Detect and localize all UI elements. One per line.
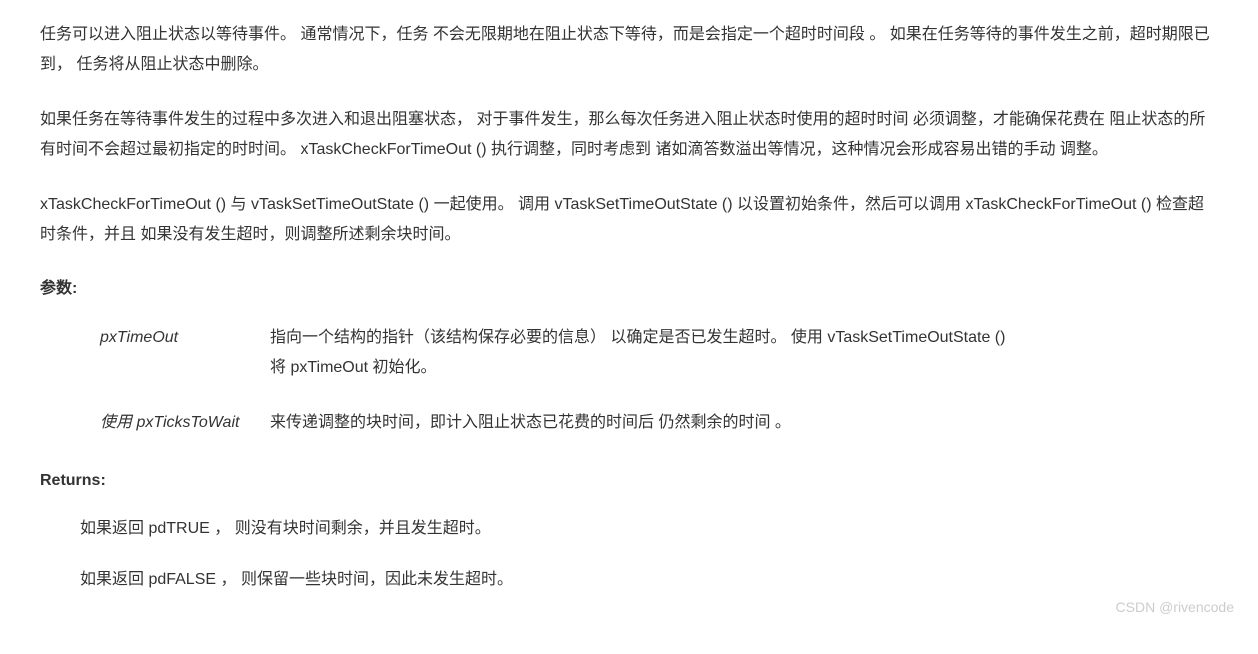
param-desc: 指向一个结构的指针（该结构保存必要的信息） 以确定是否已发生超时。 使用 vTa… [270, 323, 1010, 384]
param-name: 使用 pxTicksToWait [100, 408, 270, 438]
param-row: pxTimeOut 指向一个结构的指针（该结构保存必要的信息） 以确定是否已发生… [100, 323, 1218, 384]
return-item: 如果返回 pdTRUE ， 则没有块时间剩余，并且发生超时。 [80, 514, 1218, 544]
params-header: 参数: [40, 274, 1218, 304]
returns-content: 如果返回 pdTRUE ， 则没有块时间剩余，并且发生超时。 如果返回 pdFA… [80, 514, 1218, 595]
returns-header: Returns: [40, 466, 1218, 496]
paragraph-3: xTaskCheckForTimeOut () 与 vTaskSetTimeOu… [40, 190, 1218, 251]
param-row: 使用 pxTicksToWait 来传递调整的块时间，即计入阻止状态已花费的时间… [100, 408, 1218, 438]
watermark: CSDN @rivencode [1116, 594, 1234, 621]
param-name: pxTimeOut [100, 323, 270, 353]
params-table: pxTimeOut 指向一个结构的指针（该结构保存必要的信息） 以确定是否已发生… [100, 323, 1218, 438]
param-desc: 来传递调整的块时间，即计入阻止状态已花费的时间后 仍然剩余的时间 。 [270, 408, 1010, 438]
paragraph-1: 任务可以进入阻止状态以等待事件。 通常情况下，任务 不会无限期地在阻止状态下等待… [40, 20, 1218, 81]
return-item: 如果返回 pdFALSE ， 则保留一些块时间，因此未发生超时。 [80, 565, 1218, 595]
paragraph-2: 如果任务在等待事件发生的过程中多次进入和退出阻塞状态， 对于事件发生，那么每次任… [40, 105, 1218, 166]
